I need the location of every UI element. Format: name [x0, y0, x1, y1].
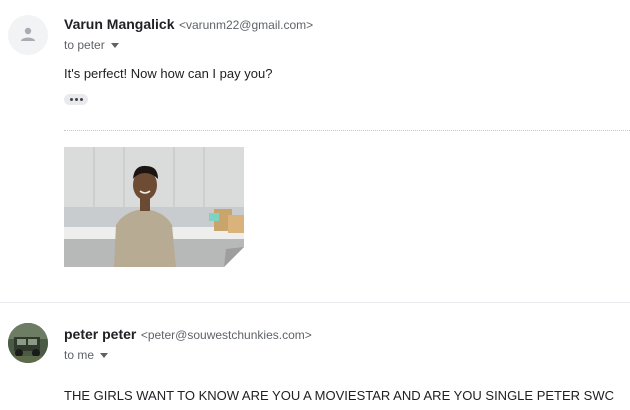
sender-name[interactable]: peter peter	[64, 326, 136, 342]
inline-image-attachment[interactable]	[64, 147, 244, 267]
message-divider	[0, 302, 630, 303]
chevron-down-icon	[100, 353, 109, 358]
recipient-details-toggle[interactable]: to me	[64, 348, 109, 362]
signature-divider	[64, 130, 630, 131]
sender-email: <varunm22@gmail.com>	[178, 18, 314, 32]
sender-name[interactable]: Varun Mangalick	[64, 16, 174, 32]
message-body: THE GIRLS WANT TO KNOW ARE YOU A MOVIEST…	[64, 388, 614, 403]
ellipsis-icon	[69, 98, 73, 101]
sender-email: <peter@souwestchunkies.com>	[140, 328, 312, 342]
sender-line: peter peter <peter@souwestchunkies.com>	[64, 326, 312, 344]
show-trimmed-content-button[interactable]	[64, 94, 88, 105]
recipient-label: to peter	[64, 38, 105, 52]
recipient-label: to me	[64, 348, 95, 362]
sender-avatar[interactable]	[8, 15, 48, 55]
sender-avatar[interactable]	[8, 323, 48, 363]
recipient-details-toggle[interactable]: to peter	[64, 38, 119, 52]
chevron-down-icon	[110, 43, 119, 48]
sender-line: Varun Mangalick <varunm22@gmail.com>	[64, 16, 313, 34]
vehicle-photo-icon	[8, 323, 48, 363]
message-body: It's perfect! Now how can I pay you?	[64, 66, 273, 81]
person-icon	[21, 27, 35, 41]
photo-of-person-in-sweater	[64, 147, 244, 267]
